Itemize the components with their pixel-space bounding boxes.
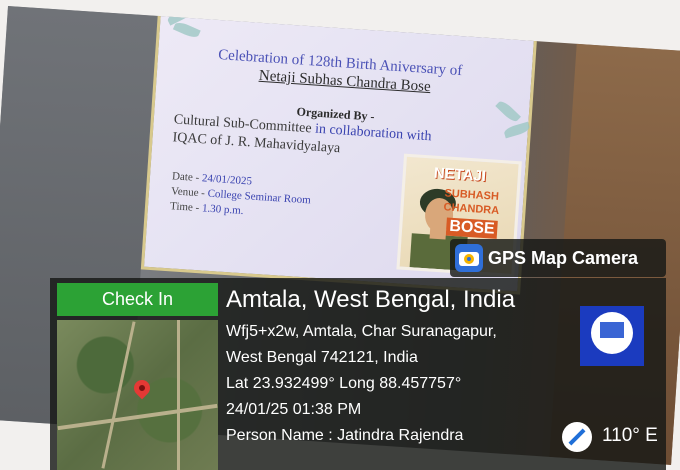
- logo-book-icon: [600, 322, 624, 338]
- time-label: Time -: [169, 200, 203, 215]
- check-in-button[interactable]: Check In: [57, 283, 218, 316]
- map-thumbnail[interactable]: [57, 320, 218, 470]
- compass-icon: [562, 422, 592, 452]
- slide-header: Amtala Kolkata: [260, 13, 319, 28]
- college-logo: [580, 306, 644, 366]
- address-line2: West Bengal 742121, India: [226, 349, 418, 366]
- coordinates: Lat 23.932499° Long 88.457757°: [226, 375, 462, 392]
- gps-camera-icon: [455, 244, 483, 272]
- person-name: Person Name : Jatindra Rajendra: [226, 427, 464, 444]
- map-road: [57, 403, 218, 431]
- venue-label: Venue -: [170, 185, 209, 200]
- gps-app-name: GPS Map Camera: [488, 248, 639, 268]
- slide-date: Date - 24/01/2025: [172, 170, 253, 187]
- camera-pin-icon: [459, 252, 479, 266]
- slide-time: Time - 1.30 p.m.: [170, 200, 244, 217]
- screenshot-scene: Amtala Kolkata Celebration of 128th Birt…: [0, 0, 680, 470]
- datetime: 24/01/25 01:38 PM: [226, 401, 362, 418]
- poster-line1: NETAJI: [433, 164, 487, 186]
- time-value: 1.30 p.m.: [201, 202, 244, 218]
- leaf-decoration: [503, 121, 531, 139]
- compass-needle: [568, 428, 586, 446]
- compass-heading: 110° E: [602, 425, 658, 446]
- date-label: Date -: [171, 170, 203, 185]
- poster-line4: BOSE: [445, 217, 499, 239]
- location-card: Check In Amtala, West Bengal, India Wfj5…: [50, 278, 666, 470]
- map-road: [101, 321, 136, 469]
- map-road: [177, 320, 180, 470]
- address-line1: Wfj5+x2w, Amtala, Char Suranagapur,: [226, 323, 497, 340]
- location-title: Amtala, West Bengal, India: [226, 286, 516, 313]
- leaf-decoration: [172, 20, 201, 40]
- leaf-decoration: [495, 98, 521, 124]
- map-pin-icon: [130, 376, 154, 400]
- date-value: 24/01/2025: [201, 172, 253, 188]
- gps-app-tag: GPS Map Camera: [450, 239, 666, 277]
